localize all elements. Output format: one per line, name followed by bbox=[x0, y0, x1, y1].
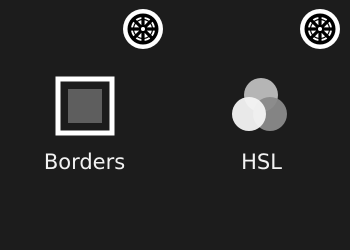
gear-icon[interactable] bbox=[123, 9, 163, 49]
gear-icon[interactable] bbox=[300, 9, 340, 49]
tool-tile-hsl[interactable]: HSL bbox=[175, 0, 350, 250]
tool-grid: Borders HSL bbox=[0, 0, 350, 250]
tool-label-hsl: HSL bbox=[241, 150, 282, 174]
tool-label-borders: Borders bbox=[43, 150, 126, 174]
square-border-icon bbox=[55, 76, 115, 136]
tool-tile-borders[interactable]: Borders bbox=[0, 0, 175, 250]
color-circles-icon bbox=[232, 78, 287, 131]
